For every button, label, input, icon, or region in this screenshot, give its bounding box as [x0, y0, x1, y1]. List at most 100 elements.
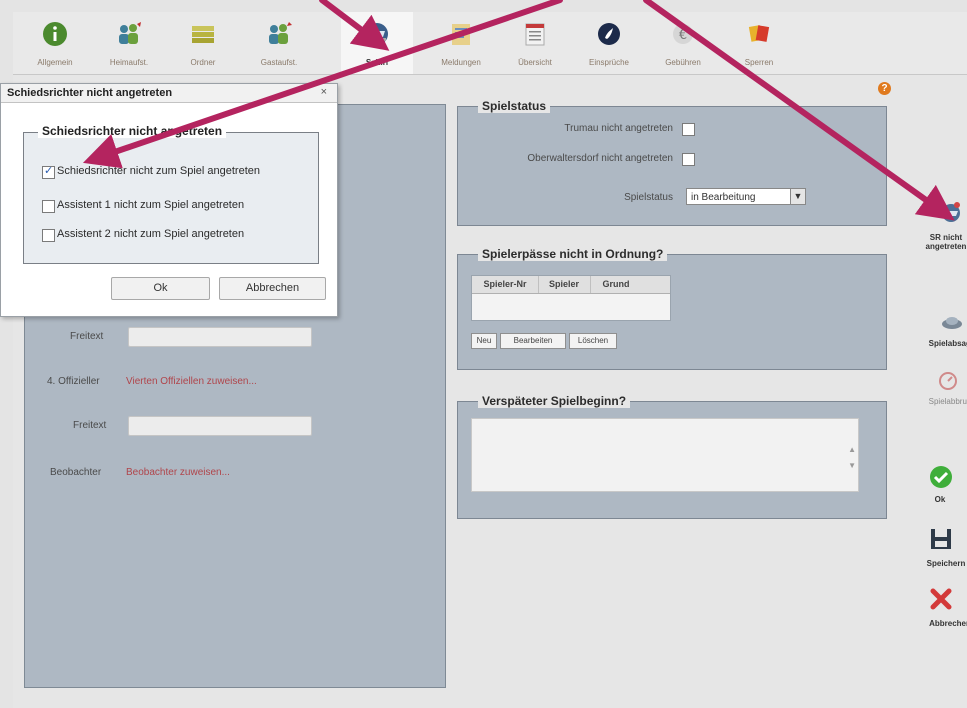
tab-ordner[interactable]: Ordner — [167, 12, 239, 74]
tab-meldungen[interactable]: Meldungen — [425, 12, 497, 74]
late-start-fieldset: Verspäteter Spielbeginn? ▲ ▼ — [457, 394, 887, 519]
tab-label: Übersicht — [518, 58, 552, 67]
list-icon — [525, 23, 545, 46]
fees-icon: € — [673, 24, 693, 44]
dialog-fieldset: Schiedsrichter nicht angetreten ✓ Schied… — [23, 124, 319, 264]
notes-icon — [452, 24, 470, 45]
dialog-legend: Schiedsrichter nicht angetreten — [38, 124, 227, 138]
svg-text:€: € — [679, 28, 687, 43]
freitext-input[interactable] — [128, 416, 312, 436]
referee-checkbox[interactable]: ✓ — [42, 165, 55, 179]
cards-icon — [748, 25, 770, 42]
scroll-down-icon[interactable]: ▼ — [848, 461, 856, 470]
scroll-up-icon[interactable]: ▲ — [848, 445, 856, 454]
game-abort-label: Spielabbruch — [928, 397, 967, 406]
assistant2-checkbox[interactable] — [42, 229, 55, 242]
save-action[interactable]: Speichern — [901, 525, 967, 575]
tab-einsprueche[interactable]: Einsprüche — [573, 12, 645, 74]
player-pass-table: Spieler-Nr Spieler Grund — [471, 275, 671, 321]
tab-label: Schiri — [365, 58, 389, 67]
new-button[interactable]: Neu — [471, 333, 497, 349]
late-start-textarea[interactable]: ▲ ▼ — [471, 418, 859, 492]
fourth-official-label: 4. Offizieller — [47, 376, 100, 387]
tab-label: Gebühren — [665, 58, 701, 67]
help-icon[interactable]: ? — [878, 82, 891, 95]
game-status-select[interactable]: in Bearbeitung ▼ — [686, 188, 806, 205]
home-not-appeared-checkbox[interactable] — [682, 123, 695, 136]
referee-icon — [366, 23, 388, 45]
tab-allgemein[interactable]: Allgemein — [19, 12, 91, 74]
spielstatus-fieldset: Spielstatus Trumau nicht angetreten Ober… — [457, 99, 887, 226]
cancel-label: Abbrechen — [929, 619, 967, 628]
freitext-input[interactable] — [128, 327, 312, 347]
tab-heimaufstellung[interactable]: Heimaufst. — [93, 12, 165, 74]
ok-action[interactable]: Ok — [901, 461, 967, 511]
tab-label: Meldungen — [441, 58, 481, 67]
info-icon — [43, 22, 67, 46]
close-icon — [930, 588, 952, 610]
column-header[interactable]: Spieler-Nr — [472, 276, 539, 293]
tab-uebersicht[interactable]: Übersicht — [499, 12, 571, 74]
option-label: Assistent 1 nicht zum Spiel angetreten — [57, 199, 245, 211]
edit-button[interactable]: Bearbeiten — [500, 333, 566, 349]
tab-label: Allgemein — [37, 58, 73, 67]
cancel-action[interactable]: Abbrechen — [901, 585, 967, 635]
tab-schiri[interactable]: Schiri — [341, 12, 413, 74]
assign-fourth-official-link[interactable]: Vierten Offiziellen zuweisen... — [126, 376, 257, 387]
assign-observer-link[interactable]: Beobachter zuweisen... — [126, 467, 230, 478]
tab-sperren[interactable]: Sperren — [723, 12, 795, 74]
home-not-appeared-label: Trumau nicht angetreten — [564, 123, 673, 134]
guest-not-appeared-checkbox[interactable] — [682, 153, 695, 166]
ok-button[interactable]: Ok — [111, 277, 210, 300]
sr-not-appeared-action[interactable]: SR nicht angetreten — [901, 195, 967, 255]
stopwatch-icon — [939, 372, 957, 390]
referee-icon — [942, 202, 960, 222]
checkmark-icon: ✓ — [44, 165, 54, 177]
checkmark-icon — [930, 466, 952, 488]
tab-label: Einsprüche — [588, 58, 630, 67]
tab-label: Gastaufst. — [260, 58, 298, 67]
tab-label: Heimaufst. — [109, 58, 149, 67]
cancel-button[interactable]: Abbrechen — [219, 277, 326, 300]
game-cancellation-label: Spielabsage — [928, 339, 967, 348]
chevron-down-icon: ▼ — [790, 189, 805, 204]
sr-not-appeared-label: SR nicht angetreten — [925, 233, 967, 251]
top-toolbar: Allgemein Heimaufst. Ordner Gastaufst. S… — [13, 12, 967, 75]
assistant1-checkbox[interactable] — [42, 200, 55, 213]
dialog-titlebar[interactable]: Schiedsrichter nicht angetreten × — [1, 84, 337, 103]
floppy-disk-icon — [931, 529, 951, 549]
team-home-icon — [119, 22, 141, 44]
spielstatus-legend: Spielstatus — [478, 99, 551, 113]
tab-label: Ordner — [190, 58, 216, 67]
spielerpaesse-fieldset: Spielerpässe nicht in Ordnung? Spieler-N… — [457, 247, 887, 370]
tab-label: Sperren — [744, 58, 774, 67]
option-label: Schiedsrichter nicht zum Spiel angetrete… — [57, 165, 260, 177]
tab-gastaufstellung[interactable]: Gastaufst. — [243, 12, 315, 74]
game-abort-action[interactable]: Spielabbruch — [901, 365, 967, 415]
folder-stack-icon — [192, 26, 214, 43]
freitext-label: Freitext — [70, 331, 104, 342]
tab-gebuehren[interactable]: € Gebühren — [647, 12, 719, 74]
referee-not-appeared-dialog: Schiedsrichter nicht angetreten × Schied… — [0, 83, 338, 317]
close-icon[interactable]: × — [321, 86, 327, 98]
delete-button[interactable]: Löschen — [569, 333, 617, 349]
freitext-label: Freitext — [73, 420, 107, 431]
guest-not-appeared-label: Oberwaltersdorf nicht angetreten — [527, 153, 673, 164]
option-label: Assistent 2 nicht zum Spiel angetreten — [57, 228, 245, 240]
dialog-title: Schiedsrichter nicht angetreten — [7, 87, 173, 99]
spielerpaesse-legend: Spielerpässe nicht in Ordnung? — [478, 247, 668, 261]
column-header[interactable]: Spieler — [538, 276, 591, 293]
ok-label: Ok — [934, 495, 946, 504]
column-header[interactable]: Grund — [590, 276, 642, 293]
game-status-value: in Bearbeitung — [691, 192, 756, 203]
save-label: Speichern — [926, 559, 966, 568]
game-cancellation-action[interactable]: Spielabsage — [901, 303, 967, 353]
plate-icon — [942, 317, 962, 329]
protest-icon — [598, 23, 620, 45]
action-sidebar: SR nicht angetreten Spielabsage Spielabb… — [901, 75, 967, 708]
observer-label: Beobachter — [50, 467, 102, 478]
game-status-label: Spielstatus — [624, 192, 673, 203]
page: Allgemein Heimaufst. Ordner Gastaufst. S… — [0, 0, 967, 708]
late-start-legend: Verspäteter Spielbeginn? — [478, 394, 631, 408]
team-guest-icon — [269, 22, 292, 44]
